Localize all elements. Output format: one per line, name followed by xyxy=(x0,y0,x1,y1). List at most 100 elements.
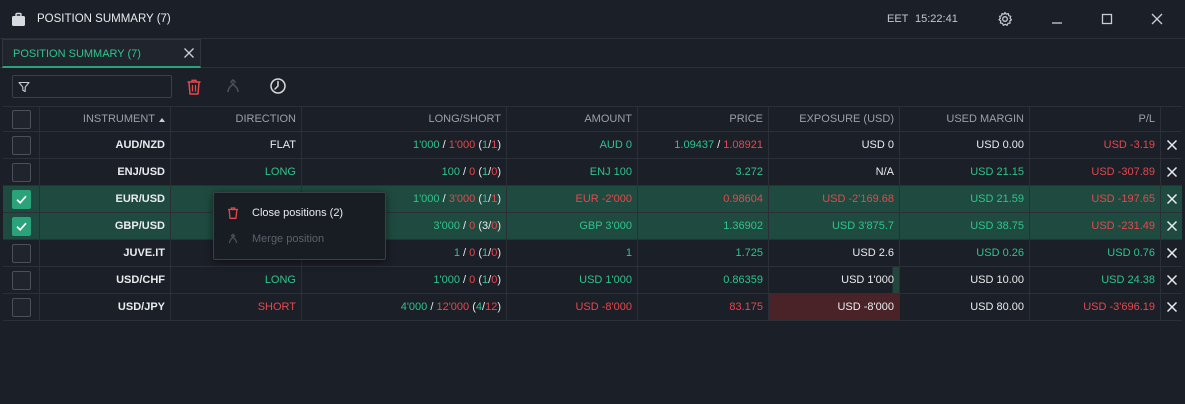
cell-direction: LONG xyxy=(171,267,302,293)
menu-item-merge-position: Merge position xyxy=(214,226,385,252)
cell-exposure: USD 0 xyxy=(769,132,900,158)
cell-pl: USD -307.89 xyxy=(1030,159,1161,185)
row-checkbox[interactable] xyxy=(11,135,31,155)
cell-instrument: JUVE.IT xyxy=(40,240,171,266)
cell-long-short: 100 / 0 (1/0) xyxy=(302,159,507,185)
cell-exposure: USD -8'000 xyxy=(769,294,900,320)
clock: 15:22:41 xyxy=(915,13,958,25)
row-select-cell xyxy=(3,267,40,293)
checkmark-icon xyxy=(15,195,27,204)
tab-position-summary[interactable]: POSITION SUMMARY (7) xyxy=(2,39,201,68)
row-checkbox[interactable] xyxy=(11,162,31,182)
cell-used-margin: USD 21.59 xyxy=(900,186,1030,212)
cell-exposure: USD 1'000 xyxy=(769,267,900,293)
window-title: POSITION SUMMARY (7) xyxy=(37,13,171,25)
cell-exposure: USD 3'875.7 xyxy=(769,213,900,239)
cell-amount: USD -8'000 xyxy=(507,294,638,320)
long-qty: 1'000 xyxy=(433,274,460,286)
cell-instrument: USD/JPY xyxy=(40,294,171,320)
header-direction[interactable]: DIRECTION xyxy=(171,107,302,131)
cell-pl: USD 24.38 xyxy=(1030,267,1161,293)
cell-used-margin: USD 21.15 xyxy=(900,159,1030,185)
cell-price: 3.272 xyxy=(638,159,769,185)
minimize-icon[interactable] xyxy=(1048,10,1066,28)
cell-instrument: EUR/USD xyxy=(40,186,171,212)
merge-icon xyxy=(227,78,239,93)
table-header: INSTRUMENT DIRECTION LONG/SHORT AMOUNT P… xyxy=(3,106,1182,132)
table-row[interactable]: GBP/USD 3'000 / 0 (3/0) GBP 3'000 1.3690… xyxy=(3,213,1182,240)
cell-long-short: 4'000 / 12'000 (4/12) xyxy=(302,294,507,320)
close-position-icon[interactable] xyxy=(1166,220,1178,232)
cell-pl: USD -3.19 xyxy=(1030,132,1161,158)
cell-long-short: 1'000 / 1'000 (1/1) xyxy=(302,132,507,158)
cell-pl: USD -231.49 xyxy=(1030,213,1161,239)
header-pl[interactable]: P/L xyxy=(1030,107,1161,131)
row-checkbox[interactable] xyxy=(11,243,31,263)
header-long-short[interactable]: LONG/SHORT xyxy=(302,107,507,131)
header-actions xyxy=(1161,107,1182,131)
cell-exposure: N/A xyxy=(769,159,900,185)
close-position-icon[interactable] xyxy=(1166,139,1178,151)
close-icon[interactable] xyxy=(182,46,196,60)
row-close-cell xyxy=(1161,240,1182,266)
long-qty: 100 xyxy=(441,166,460,178)
cell-price: 83.175 xyxy=(638,294,769,320)
cell-direction: LONG xyxy=(171,159,302,185)
row-checkbox[interactable] xyxy=(11,189,31,209)
cell-used-margin: USD 80.00 xyxy=(900,294,1030,320)
close-position-icon[interactable] xyxy=(1166,166,1178,178)
table-row[interactable]: AUD/NZD FLAT 1'000 / 1'000 (1/1) AUD 0 1… xyxy=(3,132,1182,159)
row-checkbox[interactable] xyxy=(11,270,31,290)
header-price[interactable]: PRICE xyxy=(638,107,769,131)
close-position-icon[interactable] xyxy=(1166,301,1178,313)
briefcase-icon xyxy=(12,12,25,26)
gear-icon[interactable] xyxy=(996,10,1014,28)
cell-long-short: 1'000 / 0 (1/0) xyxy=(302,267,507,293)
header-used-margin[interactable]: USED MARGIN xyxy=(900,107,1030,131)
filter-input[interactable] xyxy=(35,78,169,95)
cell-amount: 1 xyxy=(507,240,638,266)
row-select-cell xyxy=(3,186,40,212)
select-all-checkbox[interactable] xyxy=(11,109,31,129)
cell-pl: USD -3'696.19 xyxy=(1030,294,1161,320)
row-close-cell xyxy=(1161,159,1182,185)
row-select-cell xyxy=(3,159,40,185)
header-amount[interactable]: AMOUNT xyxy=(507,107,638,131)
menu-item-label: Close positions (2) xyxy=(252,207,344,219)
close-window-icon[interactable] xyxy=(1148,10,1166,28)
clock-icon[interactable] xyxy=(268,76,288,96)
header-exposure[interactable]: EXPOSURE (USD) xyxy=(769,107,900,131)
row-select-cell xyxy=(3,132,40,158)
toolbar xyxy=(0,68,1185,106)
row-checkbox[interactable] xyxy=(11,216,31,236)
close-position-icon[interactable] xyxy=(1166,247,1178,259)
cell-direction: SHORT xyxy=(171,294,302,320)
cell-price: 0.98604 xyxy=(638,186,769,212)
long-qty: 1'000 xyxy=(412,193,440,205)
table-row[interactable]: JUVE.IT 1 / 0 (1/0) 1 1.725 USD 2.6 USD … xyxy=(3,240,1182,267)
cell-exposure: USD 2.6 xyxy=(769,240,900,266)
header-instrument[interactable]: INSTRUMENT xyxy=(40,107,171,131)
cell-exposure: USD -2'169.68 xyxy=(769,186,900,212)
cell-direction: FLAT xyxy=(171,132,302,158)
table-row[interactable]: USD/JPY SHORT 4'000 / 12'000 (4/12) USD … xyxy=(3,294,1182,321)
row-checkbox[interactable] xyxy=(11,297,31,317)
context-menu: Close positions (2) Merge position xyxy=(213,192,386,260)
close-position-icon[interactable] xyxy=(1166,274,1178,286)
maximize-icon[interactable] xyxy=(1098,10,1116,28)
menu-item-close-positions[interactable]: Close positions (2) xyxy=(214,200,385,226)
cell-instrument: USD/CHF xyxy=(40,267,171,293)
cell-price: 1.09437 / 1.08921 xyxy=(638,132,769,158)
cell-used-margin: USD 0.00 xyxy=(900,132,1030,158)
ask-price: 1.08921 xyxy=(723,139,763,151)
table-row[interactable]: USD/CHF LONG 1'000 / 0 (1/0) USD 1'000 0… xyxy=(3,267,1182,294)
trash-icon[interactable] xyxy=(184,77,204,97)
cell-used-margin: USD 10.00 xyxy=(900,267,1030,293)
filter-box[interactable] xyxy=(12,75,172,98)
close-position-icon[interactable] xyxy=(1166,193,1178,205)
table-row[interactable]: ENJ/USD LONG 100 / 0 (1/0) ENJ 100 3.272… xyxy=(3,159,1182,186)
table-row[interactable]: EUR/USD 1'000 / 3'000 (1/1) EUR -2'000 0… xyxy=(3,186,1182,213)
cell-price: 1.725 xyxy=(638,240,769,266)
sort-ascending-icon xyxy=(159,118,165,122)
cell-used-margin: USD 38.75 xyxy=(900,213,1030,239)
